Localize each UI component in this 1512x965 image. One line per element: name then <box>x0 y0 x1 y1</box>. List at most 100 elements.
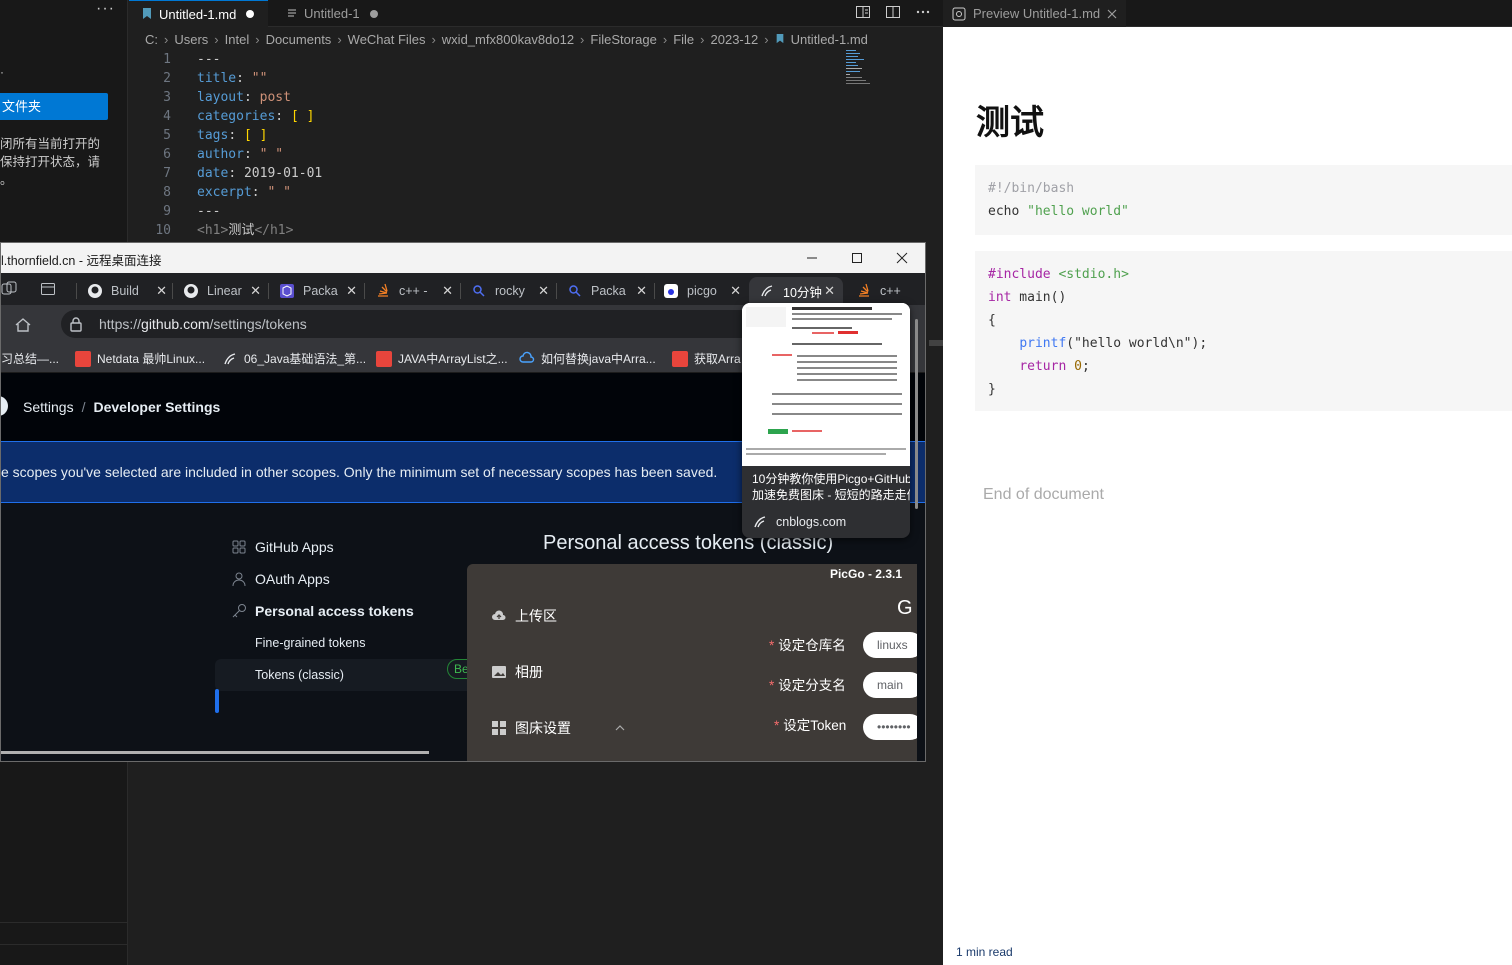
tab-actions-icon[interactable] <box>40 281 56 297</box>
nav-gallery[interactable]: 相册 <box>491 662 543 682</box>
address-bar[interactable]: https://github.com/settings/tokens <box>61 310 761 338</box>
browser-tab[interactable]: c++ - ✕ <box>375 277 453 305</box>
bookmark-item[interactable]: 06_Java基础语法_第... <box>222 350 366 367</box>
browser-tab[interactable]: Linear ✕ <box>183 277 261 305</box>
nav-label: 相册 <box>515 664 543 680</box>
lock-icon[interactable] <box>69 316 83 332</box>
divider <box>0 944 128 945</box>
yaml-key: title <box>197 71 237 86</box>
unsaved-dot-icon[interactable] <box>369 9 378 18</box>
code-editor[interactable]: 1 --- 2 title: "" 3 layout: post 4 categorie… <box>129 50 829 240</box>
close-icon[interactable]: ✕ <box>824 283 835 299</box>
package-icon <box>280 284 294 298</box>
breadcrumb-item[interactable]: File <box>673 32 694 47</box>
crumb-developer-settings[interactable]: Developer Settings <box>93 399 220 415</box>
open-preview-icon[interactable] <box>855 4 871 20</box>
browser-tab[interactable]: c++ <box>856 277 916 305</box>
editor-tab-bar: Untitled-1.md Untitled-1 <box>129 0 943 27</box>
tab-untitled-1-md[interactable]: Untitled-1.md <box>129 0 268 27</box>
close-icon[interactable]: ✕ <box>156 283 167 299</box>
token-input[interactable]: •••••••• <box>863 714 917 740</box>
close-button[interactable] <box>879 243 925 273</box>
markdown-preview: 测试 #!/bin/bash echo "hello world" #inclu… <box>943 27 1512 965</box>
workspaces-icon[interactable] <box>1 281 17 297</box>
horizontal-scrollbar[interactable] <box>1 751 429 754</box>
breadcrumb-item[interactable]: Intel <box>225 32 250 47</box>
browser-tab-active[interactable]: 10分钟 ✕ <box>749 277 843 305</box>
code-text: <h1>测试</h1> <box>197 221 293 240</box>
nav-github-apps[interactable]: GitHub Apps <box>215 531 475 563</box>
browser-tab[interactable]: Build ✕ <box>87 277 167 305</box>
breadcrumb-item[interactable]: C: <box>145 32 158 47</box>
code-line: printf("hello world\n"); <box>988 332 1512 355</box>
breadcrumb-item[interactable]: Untitled-1.md <box>791 32 868 47</box>
line-number: 10 <box>155 223 171 238</box>
close-icon[interactable] <box>1106 8 1118 20</box>
open-folder-button[interactable]: 文件夹 <box>0 93 108 120</box>
breadcrumb-item[interactable]: 2023-12 <box>711 32 759 47</box>
minimize-icon <box>807 257 817 259</box>
browser-tab-label: Packa <box>303 284 338 298</box>
selected-indicator <box>215 689 219 713</box>
nav-tokens-classic[interactable]: Tokens (classic) <box>215 659 475 691</box>
text-file-icon <box>288 8 296 17</box>
nav-personal-access-tokens[interactable]: Personal access tokens <box>215 595 475 627</box>
minimize-button[interactable] <box>789 243 835 273</box>
tab-preview[interactable]: Preview Untitled-1.md <box>943 0 1127 27</box>
breadcrumb-item[interactable]: wxid_mfx800kav8do12 <box>442 32 574 47</box>
breadcrumb-item[interactable]: WeChat Files <box>348 32 426 47</box>
close-icon[interactable]: ✕ <box>442 283 453 299</box>
repo-name-input[interactable]: linuxs <box>863 632 917 658</box>
close-icon[interactable]: ✕ <box>250 283 261 299</box>
tab-untitled-1[interactable]: Untitled-1 <box>274 0 389 27</box>
maximize-button[interactable] <box>834 243 880 273</box>
more-actions-icon[interactable] <box>915 4 931 20</box>
yaml-value: " " <box>267 185 291 200</box>
close-icon[interactable]: ✕ <box>636 283 647 299</box>
bookmark-item[interactable]: 习总结—... <box>1 350 59 367</box>
read-time: 1 min read <box>956 945 1013 959</box>
editor-scrollbar[interactable] <box>929 340 943 346</box>
remote-screen[interactable]: Build ✕ Linear ✕ Packa ✕ c++ - ✕ rocky ✕ <box>1 273 925 761</box>
nav-oauth-apps[interactable]: OAuth Apps <box>215 563 475 595</box>
branch-name-input[interactable]: main <box>863 672 917 698</box>
code-line: 5 tags: [ ] <box>129 126 829 145</box>
split-editor-icon[interactable] <box>885 4 901 20</box>
more-actions-icon[interactable]: ··· <box>96 0 115 18</box>
hover-card-scrollbar[interactable] <box>915 319 918 509</box>
close-icon[interactable]: ✕ <box>730 283 741 299</box>
home-icon[interactable] <box>14 316 32 334</box>
browser-tab[interactable]: picgo ✕ <box>663 277 741 305</box>
nav-picbed-settings[interactable]: 图床设置 <box>491 718 625 738</box>
code-line: 2 title: "" <box>129 69 829 88</box>
avatar[interactable] <box>1 395 9 417</box>
yaml-key: layout <box>197 90 244 105</box>
code-line: #!/bin/bash <box>988 181 1075 196</box>
breadcrumb-item[interactable]: FileStorage <box>590 32 656 47</box>
window-titlebar[interactable]: l.thornfield.cn - 远程桌面连接 <box>1 243 925 273</box>
nav-upload[interactable]: 上传区 <box>491 606 557 626</box>
close-icon[interactable]: ✕ <box>538 283 549 299</box>
browser-tab-label: 10分钟 <box>783 285 822 300</box>
bookmark-item[interactable]: Netdata 最帅Linux... <box>75 350 205 367</box>
browser-tab[interactable]: rocky ✕ <box>471 277 549 305</box>
close-icon[interactable]: ✕ <box>346 283 357 299</box>
minimap[interactable] <box>844 48 884 98</box>
nav-label: Fine-grained tokens <box>255 636 366 650</box>
code-block-c: #include <stdio.h> int main() { printf("… <box>975 251 1512 411</box>
breadcrumb-item[interactable]: Documents <box>266 32 332 47</box>
unsaved-dot-icon[interactable] <box>246 10 255 18</box>
line-number: 6 <box>163 147 171 162</box>
browser-tab-label: c++ <box>880 284 901 298</box>
bookmark-item[interactable]: 获取Arra <box>672 350 741 367</box>
browser-tab[interactable]: Packa ✕ <box>567 277 647 305</box>
browser-tab[interactable]: Packa ✕ <box>279 277 357 305</box>
nav-fine-grained-tokens[interactable]: Fine-grained tokens <box>215 627 475 659</box>
baidu-icon <box>664 284 678 298</box>
bookmark-item[interactable]: JAVA中ArrayList之... <box>376 350 508 367</box>
chevron-up-icon[interactable] <box>615 723 625 733</box>
breadcrumb-item[interactable]: Users <box>174 32 208 47</box>
cloud-upload-icon <box>492 610 506 620</box>
bookmark-item[interactable]: 如何替换java中Arra... <box>519 350 656 367</box>
crumb-settings[interactable]: Settings <box>23 399 74 415</box>
